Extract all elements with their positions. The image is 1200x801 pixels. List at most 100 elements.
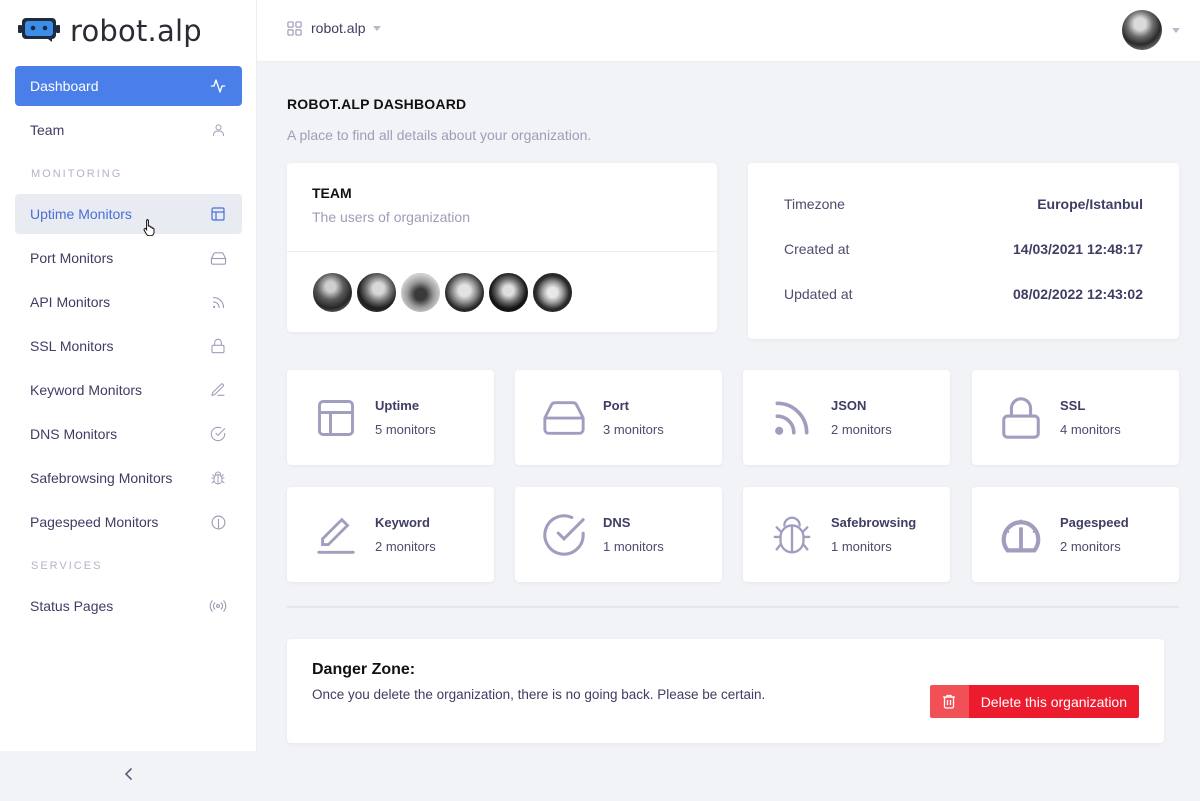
sidebar-item-ssl-monitors[interactable]: SSL Monitors [15,326,242,366]
stat-card-json[interactable]: JSON 2 monitors [743,370,950,465]
stat-card-uptime[interactable]: Uptime 5 monitors [287,370,494,465]
rss-icon [769,395,815,441]
stat-name: Port [603,398,629,413]
stat-card-ssl[interactable]: SSL 4 monitors [972,370,1179,465]
stat-name: SSL [1060,398,1086,413]
delete-organization-button[interactable]: Delete this organization [929,685,1139,718]
layout-icon [209,205,227,223]
organization-name: robot.alp [311,20,366,36]
hard-drive-icon [541,395,587,441]
team-member-avatar[interactable] [532,272,573,313]
team-card: TEAM The users of organization [287,163,717,332]
stat-card-dns[interactable]: DNS 1 monitors [515,487,722,582]
info-value: 14/03/2021 12:48:17 [1013,241,1143,257]
sidebar-item-label: Dashboard [30,78,99,94]
grid-icon [287,20,302,36]
sidebar-item-uptime-monitors[interactable]: Uptime Monitors [15,194,242,234]
stat-count: 4 monitors [1060,422,1121,437]
sidebar: robot.alp Dashboard Team MONITORING Upti… [0,0,257,801]
logo-text: robot.alp [70,14,202,48]
bug-icon [769,512,815,558]
sidebar-item-label: Port Monitors [30,250,114,266]
stat-card-pagespeed[interactable]: Pagespeed 2 monitors [972,487,1179,582]
info-label: Timezone [784,196,845,212]
stat-count: 5 monitors [375,422,436,437]
info-row-timezone: Timezone Europe/Istanbul [784,196,1143,241]
sidebar-item-dns-monitors[interactable]: DNS Monitors [15,414,242,454]
delete-organization-label: Delete this organization [968,685,1139,718]
info-value: 08/02/2022 12:43:02 [1013,286,1143,302]
sidebar-item-label: Uptime Monitors [30,206,132,222]
trash-icon [929,685,969,718]
sidebar-item-pagespeed-monitors[interactable]: Pagespeed Monitors [15,502,242,542]
stat-count: 2 monitors [1060,539,1121,554]
stat-count: 1 monitors [831,539,892,554]
logo[interactable]: robot.alp [18,14,202,48]
sidebar-item-label: Safebrowsing Monitors [30,470,173,486]
team-member-avatar[interactable] [400,272,441,313]
bug-icon [209,469,227,487]
sidebar-collapse-button[interactable] [0,751,257,801]
stat-card-safebrowsing[interactable]: Safebrowsing 1 monitors [743,487,950,582]
danger-zone-title: Danger Zone: [312,661,416,678]
page-title: ROBOT.ALP DASHBOARD [287,96,467,112]
stat-name: Safebrowsing [831,515,917,530]
info-label: Updated at [784,286,853,302]
sidebar-item-label: API Monitors [30,294,111,310]
stat-count: 1 monitors [603,539,664,554]
mouse-cursor-icon [142,218,158,241]
stat-name: Uptime [375,398,420,413]
lock-icon [209,337,227,355]
stat-count: 2 monitors [375,539,436,554]
activity-icon [209,77,227,95]
sidebar-item-keyword-monitors[interactable]: Keyword Monitors [15,370,242,410]
gauge-icon [998,512,1044,558]
page-subtitle: A place to find all details about your o… [287,127,592,143]
sidebar-item-label: Team [30,122,65,138]
team-card-title: TEAM [312,185,352,201]
stat-card-keyword[interactable]: Keyword 2 monitors [287,487,494,582]
chevron-left-icon [123,767,135,786]
sidebar-section-services: SERVICES [31,560,103,572]
team-member-avatar[interactable] [356,272,397,313]
user-menu[interactable] [1122,10,1180,50]
check-circle-icon [209,425,227,443]
danger-zone-card: Danger Zone: Once you delete the organiz… [287,639,1164,743]
sidebar-item-api-monitors[interactable]: API Monitors [15,282,242,322]
stat-card-port[interactable]: Port 3 monitors [515,370,722,465]
info-value: Europe/Istanbul [1037,196,1143,212]
info-label: Created at [784,241,850,257]
caret-down-icon [1172,27,1180,33]
sidebar-section-monitoring: MONITORING [31,168,123,180]
pencil-icon [313,512,359,558]
stat-name: Pagespeed [1060,515,1129,530]
team-member-avatar[interactable] [312,272,353,313]
organization-switcher[interactable]: robot.alp [287,20,382,36]
team-member-avatar[interactable] [488,272,529,313]
user-avatar [1122,10,1162,50]
robot-logo-icon [18,16,60,47]
info-row-created: Created at 14/03/2021 12:48:17 [784,241,1143,286]
stat-name: DNS [603,515,631,530]
sidebar-item-status-pages[interactable]: Status Pages [15,586,242,626]
team-member-avatar[interactable] [444,272,485,313]
section-divider [287,606,1179,608]
layout-icon [313,395,359,441]
sidebar-nav: Dashboard Team MONITORING Uptime Monitor… [15,66,242,630]
info-row-updated: Updated at 08/02/2022 12:43:02 [784,286,1143,331]
sidebar-item-label: Status Pages [30,598,114,614]
caret-down-icon [373,25,382,31]
sidebar-item-team[interactable]: Team [15,110,242,150]
stat-count: 3 monitors [603,422,664,437]
stat-name: JSON [831,398,867,413]
sidebar-item-dashboard[interactable]: Dashboard [15,66,242,106]
check-circle-icon [541,512,587,558]
sidebar-item-label: DNS Monitors [30,426,118,442]
stat-count: 2 monitors [831,422,892,437]
sidebar-item-safebrowsing-monitors[interactable]: Safebrowsing Monitors [15,458,242,498]
sidebar-item-label: Keyword Monitors [30,382,143,398]
sidebar-item-port-monitors[interactable]: Port Monitors [15,238,242,278]
team-avatars [287,252,717,333]
sidebar-item-label: SSL Monitors [30,338,114,354]
sidebar-item-label: Pagespeed Monitors [30,514,159,530]
